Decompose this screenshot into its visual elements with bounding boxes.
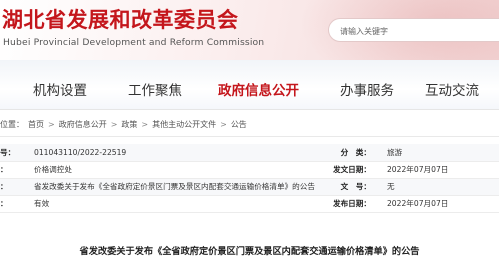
search-input[interactable]	[329, 20, 499, 43]
nav-item-interaction[interactable]: 互动交流	[425, 79, 479, 99]
info-value-category: 旅游	[376, 144, 499, 162]
breadcrumb-other-files[interactable]: 其他主动公开文件	[152, 119, 216, 130]
document-info-table: 号： 011043110/2022-22519 分 类： 旅游 ： 价格调控处 …	[0, 144, 499, 213]
info-value-issue-date: 2022年07月07日	[376, 161, 499, 179]
info-key-category: 分 类：	[314, 144, 377, 162]
info-key-publish-date: 发布日期：	[314, 195, 377, 213]
nav-item-work-focus[interactable]: 工作聚焦	[128, 79, 182, 99]
breadcrumb-home[interactable]: 首页	[28, 119, 44, 130]
site-subtitle-en: Hubei Provincial Development and Reform …	[3, 37, 265, 48]
breadcrumb-gov-info[interactable]: 政府信息公开	[59, 119, 107, 130]
info-key-issuer: ：	[0, 161, 30, 179]
search-box	[328, 18, 499, 43]
info-key-doc-number: 文 号：	[314, 178, 377, 196]
document-title: 省发改委关于发布《全省政府定价景区门票及景区内配套交通运输价格清单》的公告	[79, 246, 420, 257]
breadcrumb-separator: >	[141, 119, 149, 129]
info-key-title: ：	[0, 178, 30, 196]
info-value-index-number: 011043110/2022-22519	[30, 144, 315, 162]
table-row: 号： 011043110/2022-22519 分 类： 旅游	[0, 144, 499, 162]
main-nav: 机构设置 工作聚焦 政府信息公开 办事服务 互动交流	[0, 60, 499, 110]
breadcrumb-separator: >	[48, 119, 55, 129]
divider	[0, 136, 499, 137]
nav-item-gov-info-public[interactable]: 政府信息公开	[218, 79, 299, 99]
info-value-doc-number: 无	[376, 178, 499, 196]
info-value-issuer: 价格调控处	[30, 161, 315, 179]
site-title[interactable]: 湖北省发展和改革委员会	[2, 4, 239, 34]
table-row: ： 省发改委关于发布《全省政府定价景区门票及景区内配套交通运输价格清单》的公告 …	[0, 178, 499, 196]
info-value-title: 省发改委关于发布《全省政府定价景区门票及景区内配套交通运输价格清单》的公告	[30, 178, 315, 196]
table-row: ： 有效 发布日期： 2022年07月07日	[0, 195, 499, 213]
info-value-publish-date: 2022年07月07日	[376, 195, 499, 213]
breadcrumb-separator: >	[110, 119, 118, 129]
info-value-validity: 有效	[30, 195, 315, 213]
nav-item-services[interactable]: 办事服务	[340, 79, 394, 99]
breadcrumb: 位置： 首页 > 政府信息公开 > 政策 > 其他主动公开文件 > 公告	[0, 117, 247, 131]
breadcrumb-location-label: 位置：	[0, 119, 24, 129]
info-key-issue-date: 发文日期：	[314, 161, 377, 179]
nav-item-organization[interactable]: 机构设置	[33, 79, 87, 99]
breadcrumb-announcement[interactable]: 公告	[231, 119, 247, 130]
breadcrumb-policy[interactable]: 政策	[121, 119, 137, 130]
breadcrumb-separator: >	[220, 119, 227, 129]
table-row: ： 价格调控处 发文日期： 2022年07月07日	[0, 161, 499, 179]
info-key-index-number: 号：	[0, 144, 30, 162]
site-header: 湖北省发展和改革委员会 Hubei Provincial Development…	[0, 0, 499, 60]
info-key-validity: ：	[0, 195, 30, 213]
